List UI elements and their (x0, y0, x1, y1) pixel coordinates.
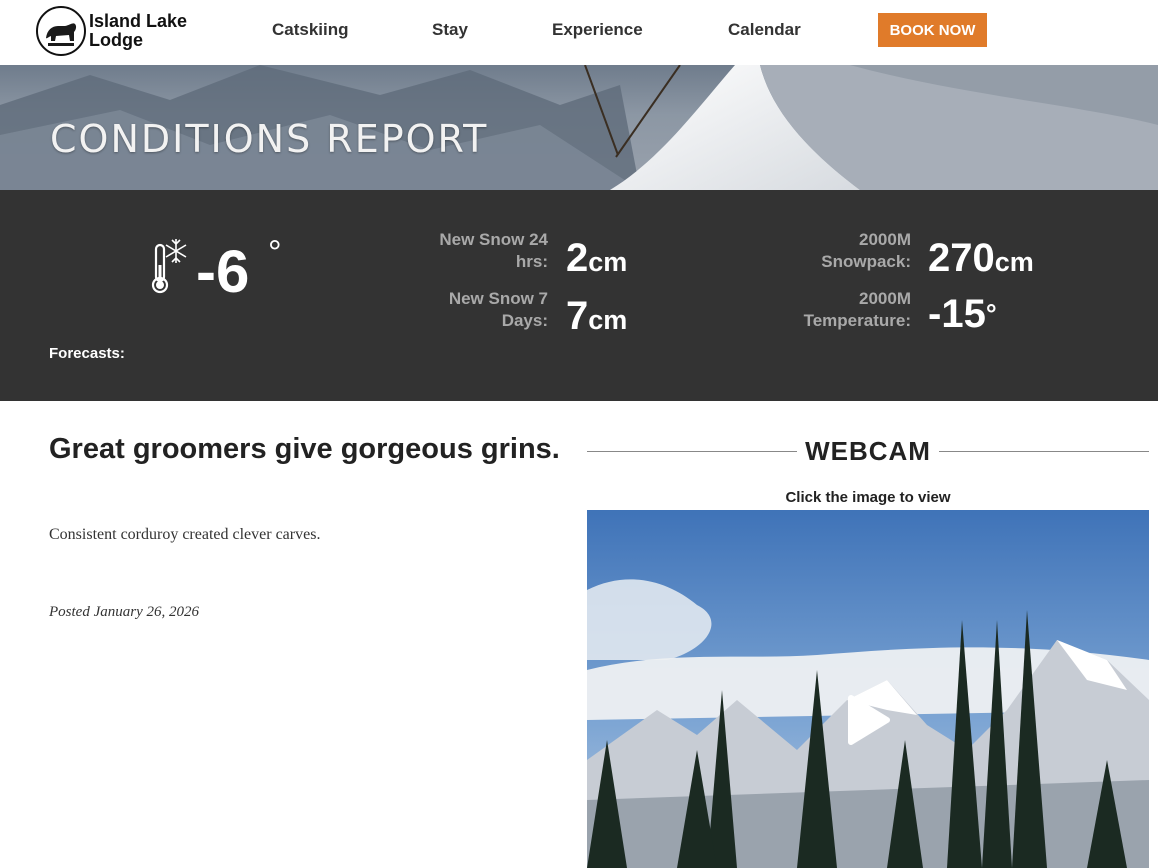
page-title: CONDITIONS REPORT (50, 117, 489, 161)
new-snow-24-number: 2 (566, 236, 589, 280)
site-header: Island Lake Lodge Catskiing Stay Experie… (0, 0, 1158, 65)
new-snow-7-value: 7cm (566, 294, 627, 342)
snowpack-unit: cm (994, 247, 1034, 277)
heading-rule-left (587, 450, 798, 452)
alpine-temperature-unit: ° (985, 299, 997, 329)
new-snow-24-value: 2cm (566, 236, 627, 284)
snowpack-value: 270cm (928, 236, 1034, 284)
heading-rule-right (938, 450, 1149, 452)
alpine-temperature-number: -15 (928, 292, 986, 336)
nav-experience[interactable]: Experience (552, 0, 643, 60)
webcam-caption: Click the image to view (785, 489, 951, 506)
post-title: Great groomers give gorgeous grins. (49, 433, 560, 465)
bear-logo-icon (36, 6, 86, 56)
thermometer-snowflake-icon (150, 235, 190, 302)
snowpack-number: 270 (928, 236, 995, 280)
book-now-button[interactable]: BOOK NOW (878, 13, 987, 47)
snowpack-label: 2000M Snowpack: (821, 230, 911, 271)
post-date: Posted January 26, 2026 (49, 604, 199, 620)
nav-catskiing[interactable]: Catskiing (272, 0, 349, 60)
new-snow-7-label: New Snow 7 Days: (448, 289, 548, 330)
webcam-image[interactable] (587, 510, 1149, 868)
current-temperature: -6 (196, 238, 250, 305)
site-logo[interactable]: Island Lake Lodge (36, 6, 199, 56)
new-snow-7-unit: cm (588, 305, 628, 335)
webcam-heading: WEBCAM (587, 436, 1149, 466)
alpine-temperature-label: 2000M Temperature: (803, 289, 911, 330)
forecasts-label: Forecasts: (49, 345, 125, 362)
post-body: Consistent corduroy created clever carve… (49, 526, 321, 543)
new-snow-7-number: 7 (566, 294, 589, 338)
nav-stay[interactable]: Stay (432, 0, 468, 60)
logo-text: Island Lake Lodge (89, 11, 188, 50)
hero-banner: CONDITIONS REPORT (0, 65, 1158, 190)
nav-calendar[interactable]: Calendar (728, 0, 801, 60)
alpine-temperature-value: -15° (928, 292, 997, 336)
new-snow-24-label: New Snow 24 hrs: (439, 230, 548, 271)
webcam-title: WEBCAM (805, 435, 931, 466)
play-icon[interactable] (845, 694, 891, 751)
new-snow-24-unit: cm (588, 247, 628, 277)
temperature-degree: ° (268, 234, 282, 272)
